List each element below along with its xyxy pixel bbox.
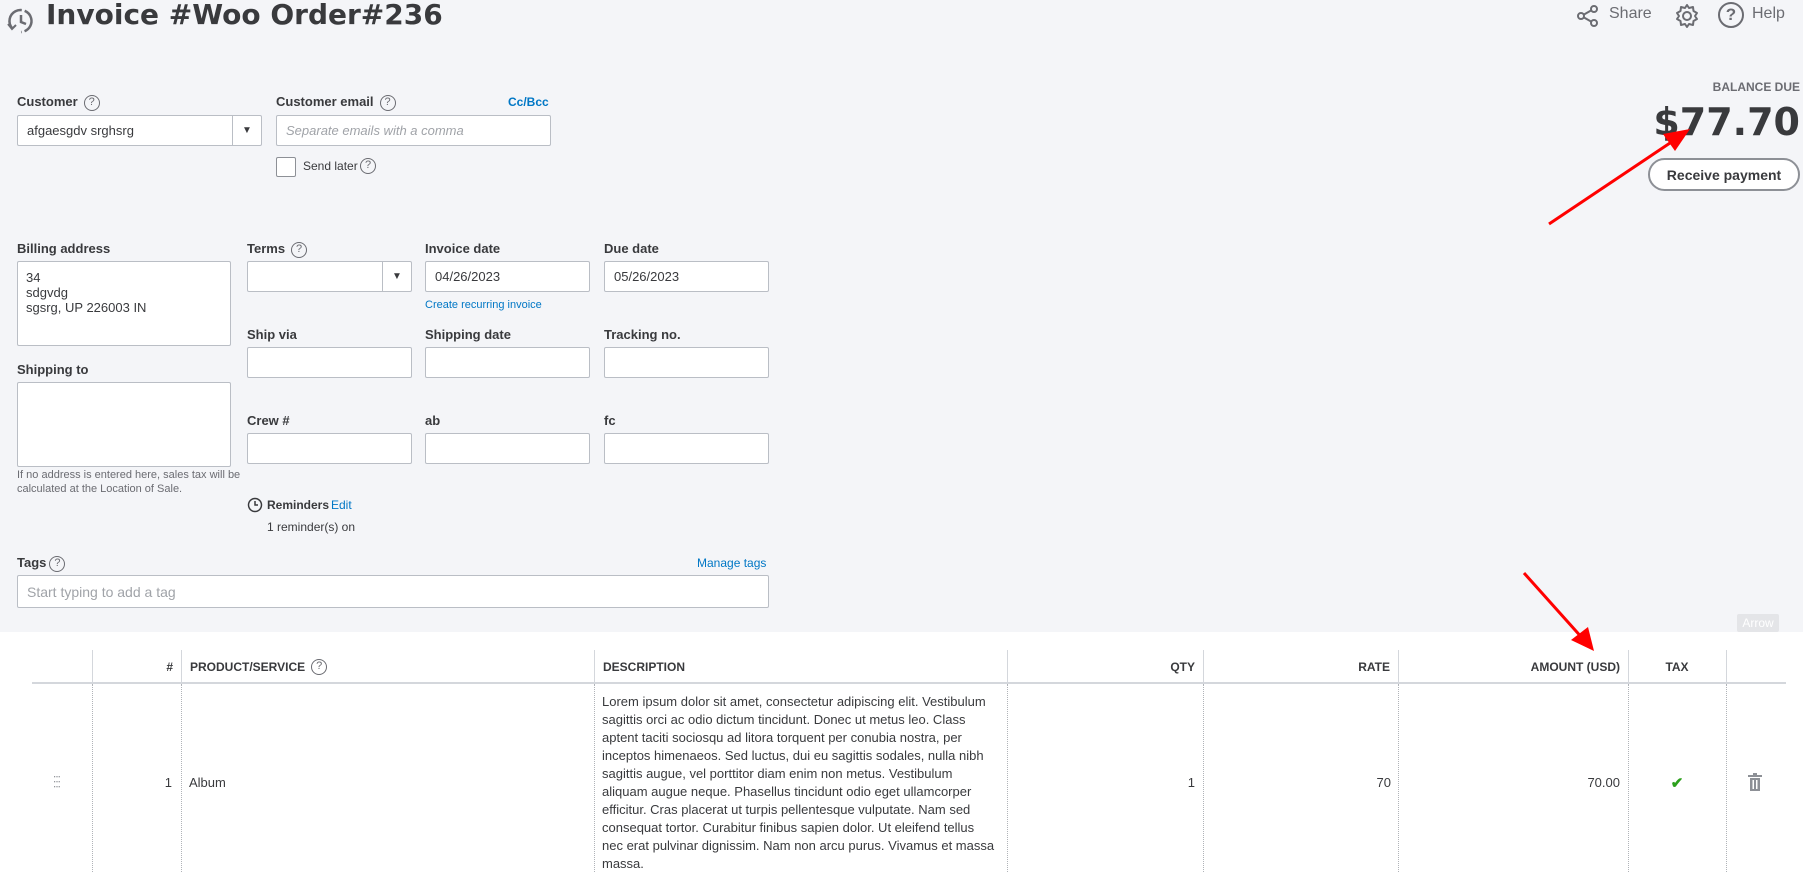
chevron-down-icon[interactable]: ▼ <box>232 116 261 145</box>
balance-due-label: BALANCE DUE <box>1712 80 1800 94</box>
help-circle-icon[interactable]: ? <box>291 241 308 258</box>
billing-line: sgsrg, UP 226003 IN <box>26 300 147 315</box>
ab-input[interactable] <box>425 433 590 464</box>
customer-email-label: Customer email <box>276 94 374 109</box>
row-rate[interactable]: 70 <box>1203 775 1391 790</box>
billing-address-label: Billing address <box>17 241 111 256</box>
customer-label: Customer <box>17 94 78 109</box>
arrow-button[interactable]: Arrow <box>1737 614 1779 632</box>
gear-icon[interactable] <box>1674 3 1700 29</box>
invoice-date-label: Invoice date <box>425 241 501 256</box>
billing-line: sdgvdg <box>26 285 68 300</box>
help-circle-icon[interactable]: ? <box>83 94 100 111</box>
help-button[interactable]: Help <box>1752 5 1785 23</box>
row-number: 1 <box>164 775 172 790</box>
row-description[interactable]: Lorem ipsum dolor sit amet, consectetur … <box>602 693 1002 873</box>
due-date-label: Due date <box>604 241 659 256</box>
tags-input[interactable]: Start typing to add a tag <box>17 575 769 608</box>
manage-tags-link[interactable]: Manage tags <box>697 556 766 570</box>
fc-input[interactable] <box>604 433 769 464</box>
share-icon[interactable] <box>1577 5 1599 27</box>
row-product[interactable]: Album <box>189 775 226 790</box>
page-title: Invoice #Woo Order#236 <box>46 0 443 31</box>
shipping-date-input[interactable] <box>425 347 590 378</box>
chevron-down-icon[interactable]: ▼ <box>382 262 411 291</box>
billing-address-input[interactable]: 34 sdgvdg sgsrg, UP 226003 IN <box>17 261 231 346</box>
crew-label: Crew # <box>247 413 290 428</box>
due-date-input[interactable]: 05/26/2023 <box>604 261 769 292</box>
ship-via-input[interactable] <box>247 347 412 378</box>
tax-check-icon[interactable]: ✔ <box>1628 774 1726 792</box>
help-circle-icon[interactable]: ? <box>311 658 328 675</box>
history-icon[interactable] <box>6 6 36 36</box>
col-header-qty: QTY <box>1170 659 1195 674</box>
help-icon[interactable]: ? <box>1718 2 1744 28</box>
shipping-note: If no address is entered here, sales tax… <box>17 469 241 495</box>
customer-value: afgaesgdv srghsrg <box>27 123 134 138</box>
share-button[interactable]: Share <box>1609 5 1652 23</box>
col-header-amount: AMOUNT (USD) <box>1530 659 1620 674</box>
trash-icon[interactable] <box>1748 773 1762 791</box>
reminders-status: 1 reminder(s) on <box>267 520 356 534</box>
ab-label: ab <box>425 413 441 428</box>
help-circle-icon[interactable]: ? <box>379 94 396 111</box>
tracking-input[interactable] <box>604 347 769 378</box>
send-later-checkbox[interactable] <box>276 157 296 177</box>
invoice-header-area <box>0 0 1803 632</box>
help-circle-icon[interactable]: ? <box>360 158 376 174</box>
drag-handle-icon[interactable]: ∙∙∙ ∙∙∙ ∙∙∙ <box>53 770 61 792</box>
fc-label: fc <box>604 413 616 428</box>
terms-label: Terms <box>247 241 286 256</box>
shipping-to-input[interactable] <box>17 382 231 467</box>
col-header-tax: TAX <box>1665 659 1689 674</box>
clock-icon <box>247 497 263 513</box>
ship-via-label: Ship via <box>247 327 297 342</box>
cc-bcc-link[interactable]: Cc/Bcc <box>508 95 549 109</box>
invoice-date-input[interactable]: 04/26/2023 <box>425 261 590 292</box>
billing-line: 34 <box>26 270 41 285</box>
customer-email-input[interactable]: Separate emails with a comma <box>276 115 551 146</box>
col-header-product: PRODUCT/SERVICE <box>190 659 306 674</box>
create-recurring-link[interactable]: Create recurring invoice <box>425 299 542 311</box>
reminders-edit-link[interactable]: Edit <box>331 498 352 512</box>
header-divider <box>32 682 1786 684</box>
customer-select[interactable]: afgaesgdv srghsrg ▼ <box>17 115 262 146</box>
send-later-label: Send later <box>303 159 358 173</box>
reminders-label: Reminders <box>267 498 330 512</box>
col-divider <box>1726 650 1727 683</box>
tags-placeholder: Start typing to add a tag <box>27 583 176 600</box>
shipping-date-label: Shipping date <box>425 327 511 342</box>
col-divider <box>181 650 182 683</box>
tags-label: Tags <box>17 555 47 570</box>
receive-payment-button[interactable]: Receive payment <box>1648 158 1800 191</box>
crew-input[interactable] <box>247 433 412 464</box>
row-qty[interactable]: 1 <box>1007 775 1195 790</box>
balance-due-amount: $77.70 <box>1653 100 1800 144</box>
col-divider <box>594 650 595 683</box>
terms-select[interactable]: ▼ <box>247 261 412 292</box>
email-placeholder: Separate emails with a comma <box>286 123 464 138</box>
row-amount[interactable]: 70.00 <box>1398 775 1620 790</box>
tracking-label: Tracking no. <box>604 327 681 342</box>
col-header-number: # <box>166 659 173 674</box>
help-circle-icon[interactable]: ? <box>49 555 66 572</box>
col-header-rate: RATE <box>1358 659 1390 674</box>
shipping-to-label: Shipping to <box>17 362 89 377</box>
col-header-description: DESCRIPTION <box>603 659 686 674</box>
